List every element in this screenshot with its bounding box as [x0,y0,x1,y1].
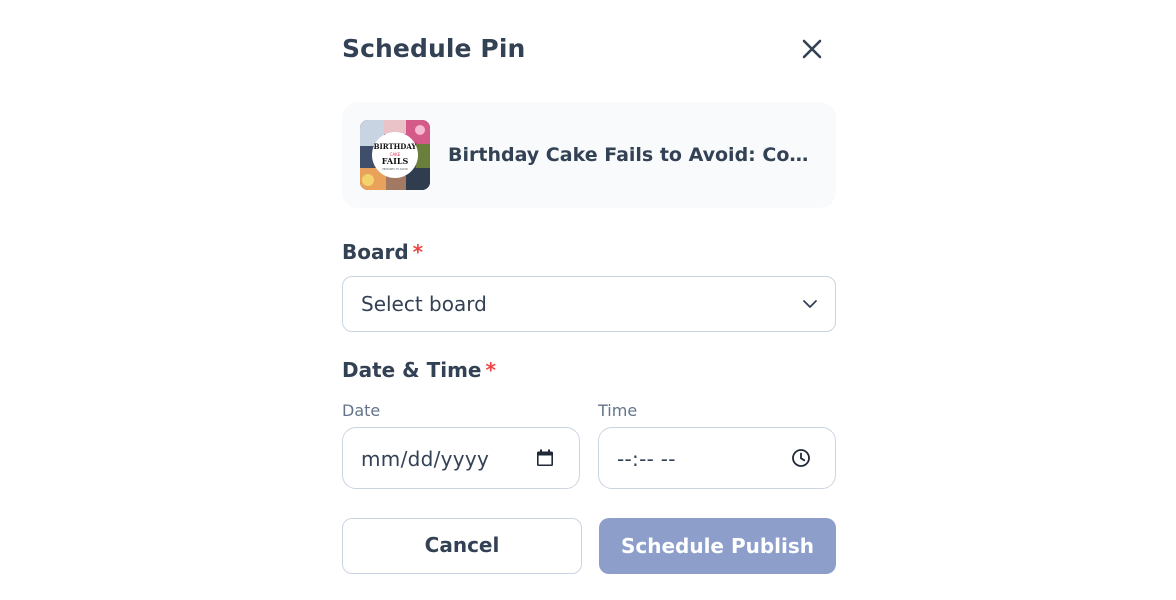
board-select[interactable]: Select board [342,276,836,332]
required-marker: * [485,358,496,382]
thumbnail-text-line1: BIRTHDAY [374,142,418,151]
time-input-value: --:-- -- [617,447,676,471]
schedule-publish-button[interactable]: Schedule Publish [599,518,836,574]
schedule-pin-dialog: Schedule Pin BIRTHDAY CAKE FAILS MISTAKE… [342,0,836,600]
dialog-title: Schedule Pin [342,34,526,63]
cancel-button[interactable]: Cancel [342,518,582,574]
time-label: Time [598,401,638,420]
datetime-label-text: Date & Time [342,358,482,382]
calendar-icon[interactable] [535,448,555,468]
chevron-down-icon [801,295,819,317]
thumbnail-text-line3: FAILS [382,156,409,166]
board-label: Board * [342,240,423,264]
clock-icon[interactable] [791,448,811,468]
date-input-value: mm/dd/yyyy [361,447,490,471]
thumbnail-text-line4: MISTAKES TO AVOID [382,167,407,171]
close-button[interactable] [798,35,826,63]
date-input[interactable]: mm/dd/yyyy [342,427,580,489]
time-input[interactable]: --:-- -- [598,427,836,489]
close-icon [798,35,826,63]
board-select-value: Select board [361,292,487,316]
datetime-label: Date & Time * [342,358,496,382]
pin-preview-card: BIRTHDAY CAKE FAILS MISTAKES TO AVOID Bi… [342,102,836,208]
board-label-text: Board [342,240,409,264]
required-marker: * [412,240,424,264]
pin-title: Birthday Cake Fails to Avoid: Comm... [448,144,818,166]
date-label: Date [342,401,381,420]
pin-thumbnail: BIRTHDAY CAKE FAILS MISTAKES TO AVOID [360,120,430,190]
